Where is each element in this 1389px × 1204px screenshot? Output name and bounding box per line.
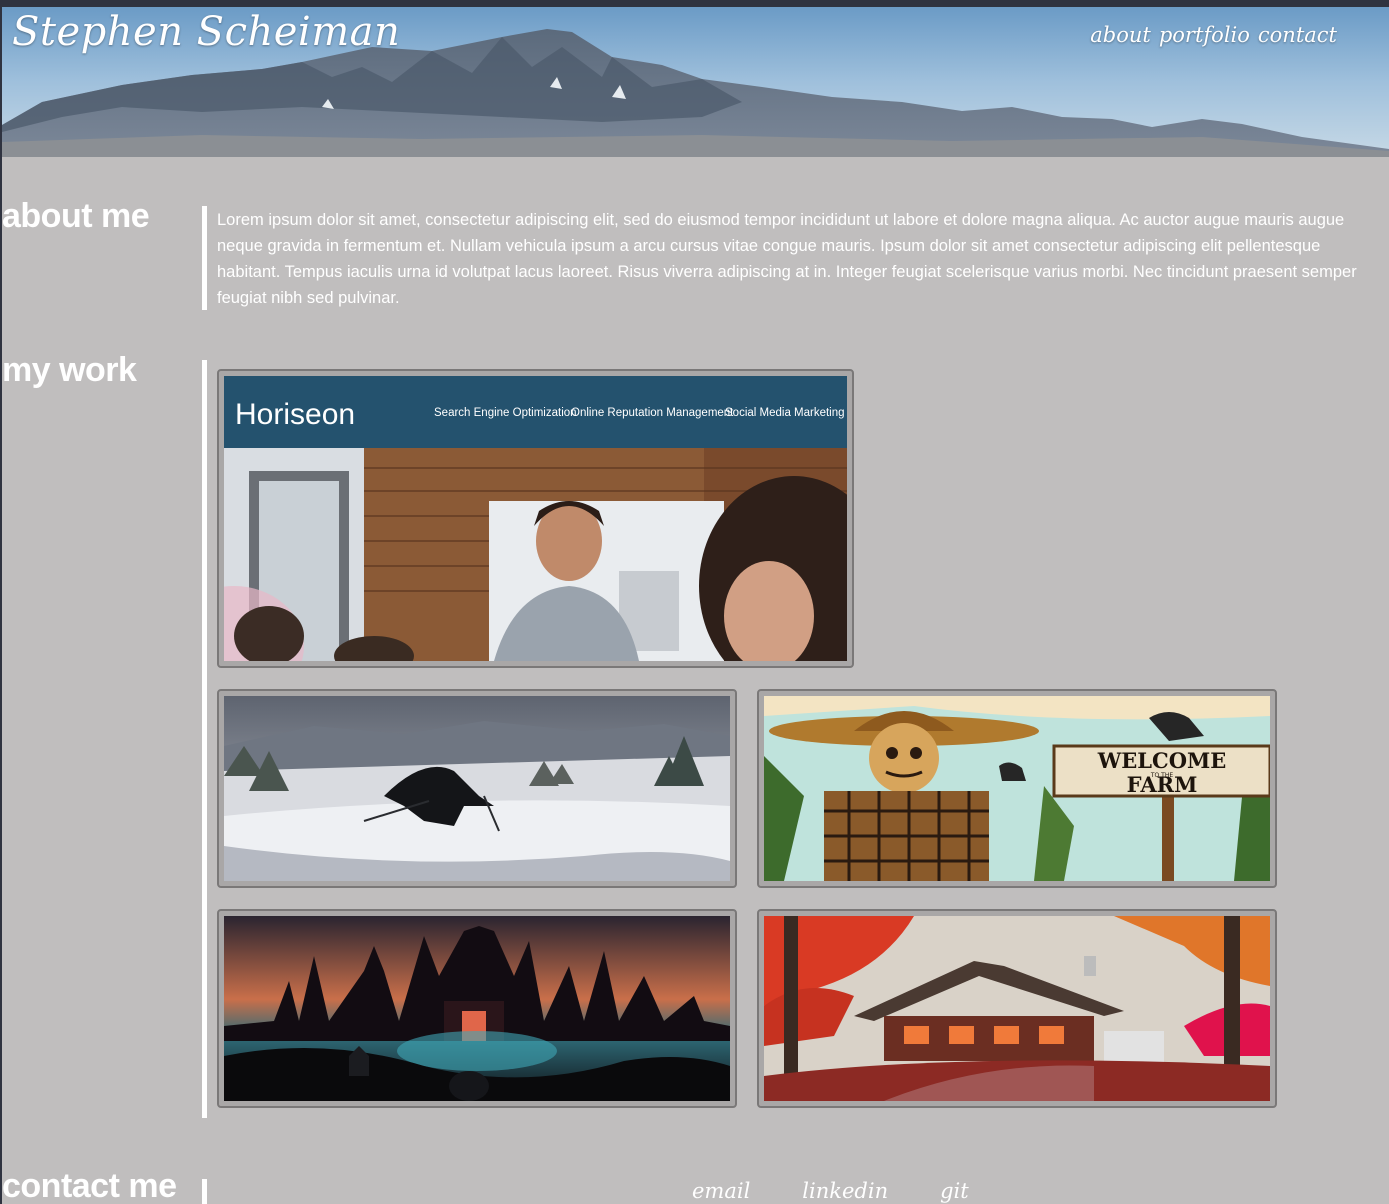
nav-link-portfolio[interactable]: portfolio [1159,23,1250,47]
nav-link-about[interactable]: about [1090,23,1151,47]
project-card-horiseon[interactable]: Horiseon Search Engine Optimization Onli… [217,369,854,668]
project-card-cabin[interactable] [757,909,1277,1108]
work-heading: my work [2,351,137,389]
work-divider [202,360,207,1118]
about-heading: about me [2,197,150,235]
contact-link-linkedin[interactable]: linkedin [802,1179,888,1203]
site-header: Stephen Scheiman about portfolio contact [2,7,1389,157]
about-divider [202,206,207,310]
contact-divider [202,1179,207,1204]
project-card-castle[interactable] [217,909,737,1108]
skier-image [224,696,730,881]
horiseon-menu-orm: Online Reputation Management [571,407,734,419]
project-card-skier[interactable] [217,689,737,888]
project-card-farm[interactable]: WELCOME TO THE FARM [757,689,1277,888]
contact-link-git[interactable]: git [940,1179,969,1203]
horiseon-menu-seo: Search Engine Optimization [434,407,577,419]
cabin-image [764,916,1270,1101]
contact-heading: contact me [2,1167,177,1204]
horiseon-menu-smm: Social Media Marketing [725,407,845,419]
contact-link-email[interactable]: email [692,1179,750,1203]
about-text: Lorem ipsum dolor sit amet, consectetur … [217,211,1357,307]
scarecrow-image: WELCOME TO THE FARM [764,696,1270,881]
site-title: Stephen Scheiman [12,9,401,55]
contact-links: email linkedin git [692,1179,969,1203]
horiseon-brand: Horiseon [235,398,355,431]
nav-link-contact[interactable]: contact [1258,23,1337,47]
top-nav: about portfolio contact [1090,23,1337,47]
farm-sign-line1: WELCOME [1097,748,1227,773]
horiseon-screenshot: Horiseon Search Engine Optimization Onli… [224,376,847,661]
farm-sign-line2: FARM [1127,772,1198,797]
castle-image [224,916,730,1101]
page: Stephen Scheiman about portfolio contact… [2,7,1389,1204]
